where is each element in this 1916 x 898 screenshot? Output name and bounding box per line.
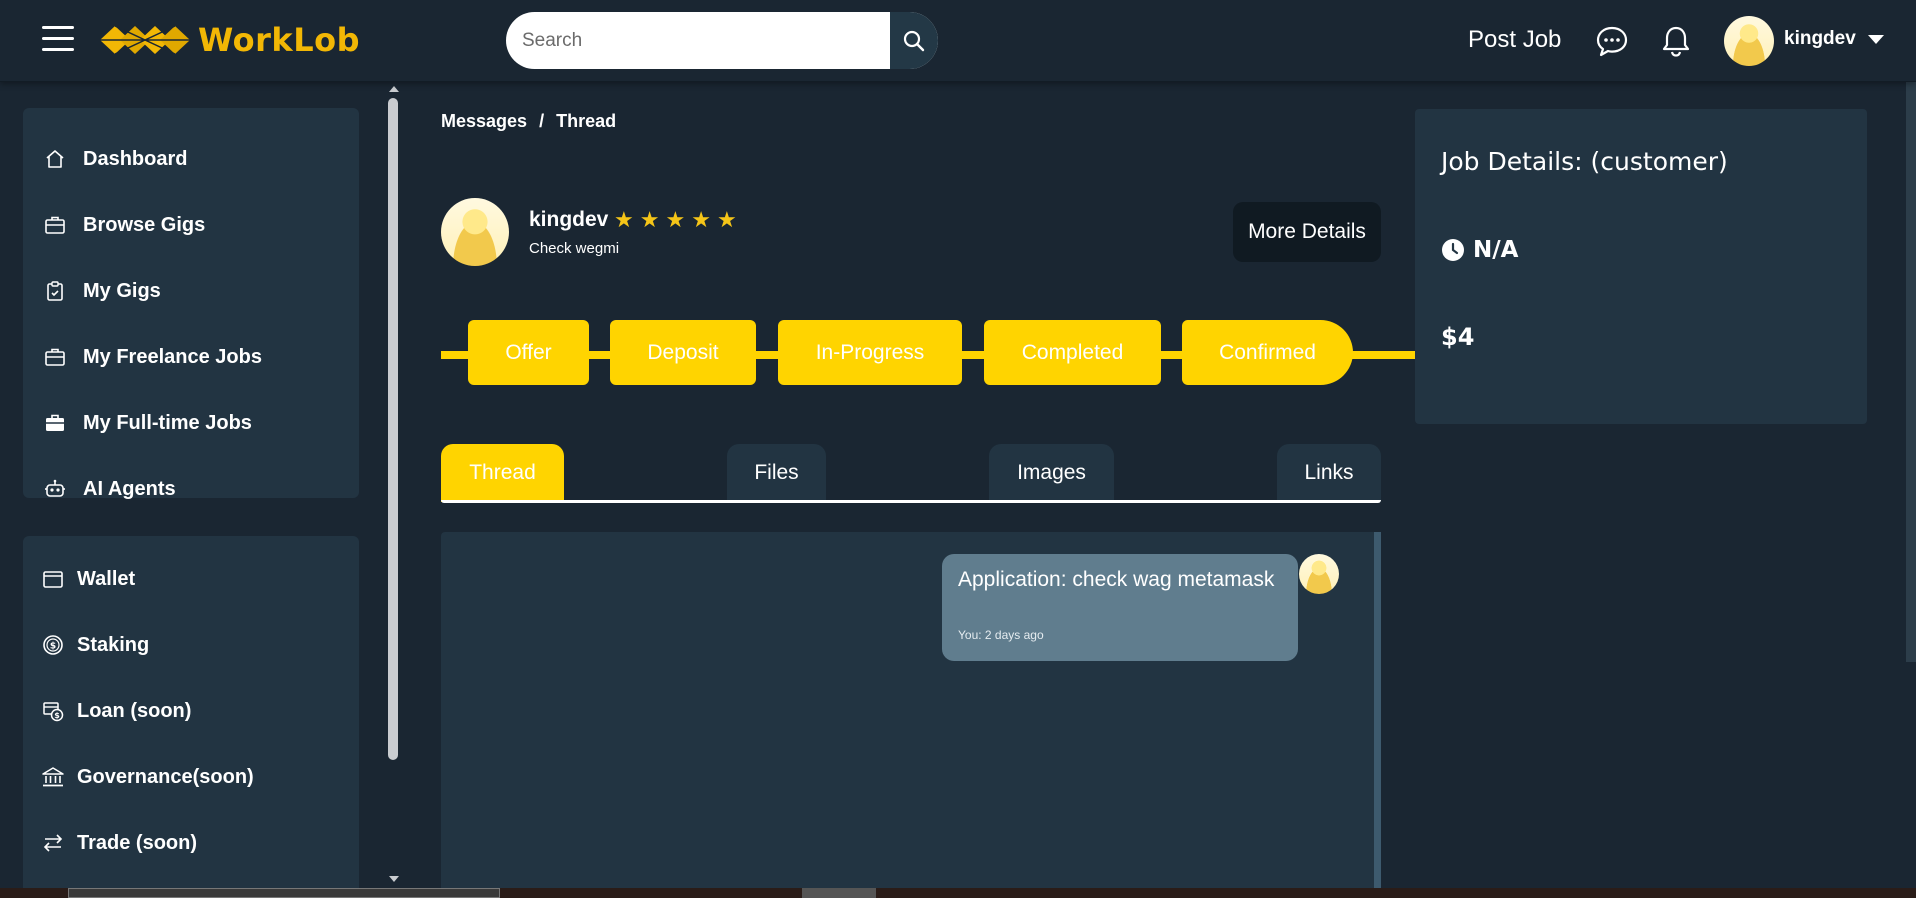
star-icon: ★ — [665, 207, 686, 232]
breadcrumb-current: Thread — [556, 111, 617, 131]
clipboard-icon — [43, 279, 67, 303]
sidebar-item-label: Wallet — [77, 567, 136, 590]
job-duration: N/A — [1441, 237, 1518, 263]
brand-name: WorkLob — [198, 21, 360, 59]
page-scrollbar[interactable] — [1906, 82, 1916, 662]
more-details-button[interactable]: More Details — [1233, 202, 1381, 262]
search-icon — [903, 30, 925, 51]
home-icon — [43, 147, 67, 171]
stage-deposit[interactable]: Deposit — [610, 320, 756, 385]
sidebar-scroll-thumb[interactable] — [388, 98, 398, 760]
stage-completed[interactable]: Completed — [984, 320, 1161, 385]
sidebar-item-my-full-time-jobs[interactable]: My Full-time Jobs — [23, 400, 359, 446]
sidebar-item-label: Governance(soon) — [77, 765, 254, 788]
swap-icon — [41, 831, 65, 855]
tabs-underline — [441, 500, 1381, 503]
star-icon: ★ — [716, 207, 737, 232]
job-details-title: Job Details: (customer) — [1441, 147, 1728, 176]
sidebar-item-label: My Freelance Jobs — [83, 345, 262, 368]
sidebar-item-my-gigs[interactable]: My Gigs — [23, 268, 359, 314]
tab-files[interactable]: Files — [727, 444, 826, 502]
sidebar-item-label: Browse Gigs — [83, 213, 206, 236]
loan-icon: $ — [41, 699, 65, 723]
search-bar — [506, 12, 938, 69]
briefcase-icon — [43, 345, 67, 369]
briefcase-icon — [43, 213, 67, 237]
bottom-taskbar — [0, 888, 1916, 898]
tab-images[interactable]: Images — [989, 444, 1114, 502]
contact-subtitle: Check wegmi — [529, 240, 620, 257]
chevron-down-icon[interactable] — [1868, 35, 1884, 44]
clock-icon — [1442, 239, 1464, 261]
top-header: WorkLob Post Job kingdev — [0, 0, 1916, 82]
stage-offer[interactable]: Offer — [468, 320, 589, 385]
svg-text:$: $ — [54, 711, 60, 720]
sidebar-item-wallet[interactable]: Wallet — [23, 556, 359, 602]
sidebar-item-label: Trade (soon) — [77, 831, 198, 854]
sidebar-primary-nav: Dashboard Browse Gigs My Gigs My Freelan… — [23, 108, 359, 500]
sidebar-item-staking[interactable]: $ Staking — [23, 622, 359, 668]
worklob-logo-icon — [100, 25, 190, 55]
sidebar-item-label: My Full-time Jobs — [83, 411, 252, 434]
contact-avatar[interactable] — [441, 198, 509, 266]
scroll-up-icon[interactable] — [389, 86, 399, 92]
message-text: Application: check wag metamask — [958, 568, 1275, 591]
star-icon: ★ — [639, 207, 660, 232]
sidebar-item-browse-gigs[interactable]: Browse Gigs — [23, 202, 359, 248]
stage-confirmed[interactable]: Confirmed — [1182, 320, 1353, 385]
scroll-down-icon[interactable] — [389, 876, 399, 882]
contact-name[interactable]: kingdev — [529, 208, 608, 232]
bank-icon — [41, 765, 65, 789]
sidebar-item-governance[interactable]: Governance(soon) — [23, 754, 359, 800]
taskbar-segment — [68, 888, 500, 898]
job-duration-value: N/A — [1473, 237, 1519, 263]
sidebar: Dashboard Browse Gigs My Gigs My Freelan… — [0, 82, 402, 898]
briefcase-filled-icon — [43, 411, 67, 435]
breadcrumb-separator: / — [539, 111, 545, 131]
star-icon: ★ — [614, 207, 634, 232]
post-job-link[interactable]: Post Job — [1468, 26, 1561, 54]
header-avatar[interactable] — [1724, 16, 1774, 66]
breadcrumb: Messages / Thread — [441, 111, 616, 132]
sidebar-item-label: My Gigs — [83, 279, 161, 302]
chat-icon[interactable] — [1595, 24, 1629, 58]
sidebar-item-label: Loan (soon) — [77, 699, 192, 722]
bell-icon[interactable] — [1660, 24, 1694, 58]
message-bubble[interactable]: Application: check wag metamask You: 2 d… — [942, 554, 1298, 661]
sidebar-item-label: Staking — [77, 633, 150, 656]
job-details-panel: Job Details: (customer) N/A $4 — [1415, 109, 1867, 424]
wallet-icon — [41, 567, 65, 591]
sidebar-item-loan[interactable]: $ Loan (soon) — [23, 688, 359, 734]
header-username[interactable]: kingdev — [1784, 28, 1856, 50]
message-meta: You: 2 days ago — [958, 628, 1044, 642]
tab-links[interactable]: Links — [1277, 444, 1381, 502]
sidebar-item-my-freelance-jobs[interactable]: My Freelance Jobs — [23, 334, 359, 380]
sidebar-item-label: Dashboard — [83, 147, 188, 170]
thread-scrollbar[interactable] — [1374, 532, 1381, 898]
taskbar-segment — [802, 888, 876, 898]
sidebar-item-dashboard[interactable]: Dashboard — [23, 136, 359, 182]
tab-thread[interactable]: Thread — [441, 444, 564, 502]
breadcrumb-messages[interactable]: Messages — [441, 111, 527, 132]
message-avatar — [1299, 554, 1339, 594]
dollar-circle-icon: $ — [41, 633, 65, 657]
sidebar-item-trade[interactable]: Trade (soon) — [23, 820, 359, 866]
job-price: $4 — [1441, 323, 1475, 351]
brand-logo[interactable]: WorkLob — [100, 20, 360, 60]
sidebar-item-label: AI Agents — [83, 477, 176, 500]
rating-stars: ★ ★ ★ ★ ★ — [614, 208, 737, 232]
stage-in-progress[interactable]: In-Progress — [778, 320, 962, 385]
menu-icon[interactable] — [42, 26, 74, 52]
sidebar-item-ai-agents[interactable]: AI Agents — [23, 466, 359, 512]
sidebar-secondary-nav: Wallet $ Staking $ Loan (soon) Governanc… — [23, 536, 359, 898]
robot-icon — [43, 477, 67, 501]
search-button[interactable] — [890, 12, 938, 69]
svg-text:$: $ — [50, 642, 56, 652]
star-icon: ★ — [691, 207, 711, 232]
search-input[interactable] — [522, 12, 882, 69]
